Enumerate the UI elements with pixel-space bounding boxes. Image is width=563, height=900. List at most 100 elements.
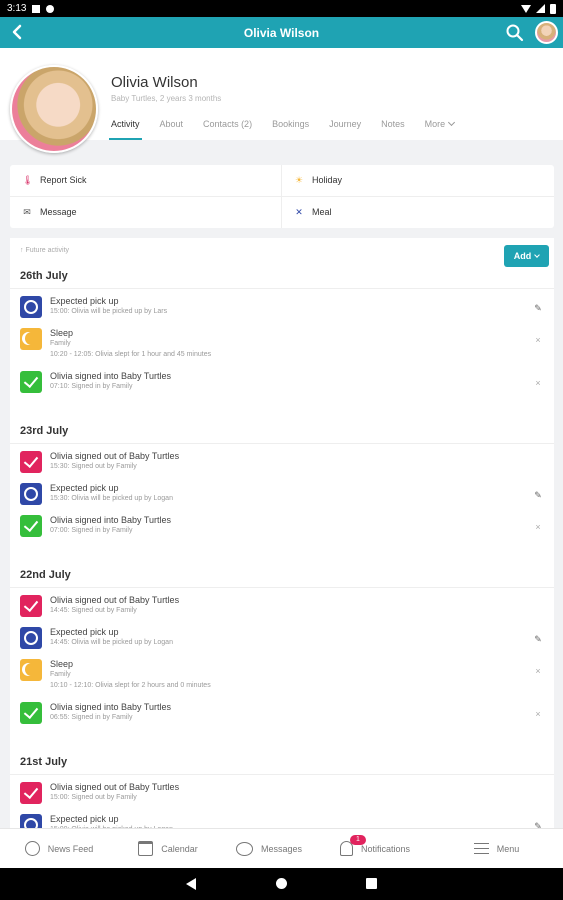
add-button[interactable]: Add (504, 245, 549, 267)
search-icon[interactable] (505, 23, 524, 42)
nav-calendar-label: Calendar (161, 843, 198, 854)
moon-icon (20, 328, 42, 350)
notifications-badge: 1 (350, 835, 366, 845)
system-back-icon[interactable] (186, 878, 196, 890)
entry-detail: Family (50, 671, 71, 678)
edit-icon[interactable]: ✎ (532, 820, 544, 828)
divider (10, 774, 554, 775)
tab-more[interactable]: More (424, 118, 456, 140)
pickup-icon (20, 814, 42, 828)
nav-notifications[interactable]: Notifications (320, 829, 430, 868)
edit-icon[interactable]: ✎ (532, 302, 544, 314)
profile-header: Olivia Wilson Baby Turtles, 2 years 3 mo… (0, 48, 563, 153)
sun-icon: ☀ (294, 174, 304, 185)
report-sick-label: Report Sick (40, 175, 87, 186)
entry-detail: 15:00: Olivia will be picked up by Lars (50, 308, 168, 315)
quick-actions: 🌡 Report Sick ☀ Holiday ✉ Message ✕ Meal (10, 165, 554, 228)
entry-title: Olivia signed into Baby Turtles (50, 515, 172, 525)
tab-notes[interactable]: Notes (381, 118, 405, 140)
entry-detail: 14:45: Signed out by Family (50, 607, 137, 614)
app-bar-title: Olivia Wilson (243, 25, 320, 40)
entry-detail: 15:30: Olivia will be picked up by Logan (50, 495, 173, 502)
report-sick-button[interactable]: 🌡 Report Sick (10, 165, 282, 197)
nav-menu[interactable]: Menu (430, 829, 563, 868)
entry-title: Expected pick up (50, 483, 119, 493)
day-heading: 22nd July (20, 569, 71, 581)
pickup-icon (20, 627, 42, 649)
tab-more-label: More (424, 119, 446, 129)
entry-title: Expected pick up (50, 296, 119, 306)
divider (10, 288, 554, 289)
status-bar: 3:13 (0, 0, 563, 17)
sign-in-check-icon (20, 371, 42, 393)
future-activity-link[interactable]: ↑ Future activity (20, 247, 69, 254)
tab-journey[interactable]: Journey (329, 118, 361, 140)
app-bar: Olivia Wilson (0, 17, 563, 48)
activity-entry[interactable]: Expected pick up 15:30: Olivia will be pi… (20, 483, 544, 506)
nav-messages[interactable]: Messages (218, 829, 320, 868)
entry-detail: 15:30: Signed out by Family (50, 463, 137, 470)
edit-icon[interactable]: ✎ (532, 633, 544, 645)
edit-icon[interactable]: ✎ (532, 489, 544, 501)
activity-entry[interactable]: Expected pick up 14:45: Olivia will be pi… (20, 627, 544, 650)
profile-tabs: Activity About Contacts (2) Bookings Jou… (109, 118, 474, 140)
activity-entry[interactable]: Olivia signed out of Baby Turtles 15:30: … (20, 451, 544, 474)
delete-icon[interactable]: × (532, 665, 544, 677)
add-button-label: Add (513, 251, 532, 261)
sign-in-check-icon (20, 702, 42, 724)
tab-contacts[interactable]: Contacts (2) (203, 118, 252, 140)
activity-entry[interactable]: Olivia signed into Baby Turtles 07:10: Si… (20, 371, 544, 394)
entry-detail: 15:00: Signed out by Family (50, 794, 137, 801)
message-button[interactable]: ✉ Message (10, 196, 282, 228)
entry-title: Olivia signed out of Baby Turtles (50, 595, 180, 605)
entry-title: Olivia signed into Baby Turtles (50, 702, 172, 712)
system-nav-bar (0, 868, 563, 900)
entry-title: Olivia signed out of Baby Turtles (50, 451, 180, 461)
nav-calendar[interactable]: Calendar (118, 829, 218, 868)
holiday-button[interactable]: ☀ Holiday (282, 165, 554, 197)
back-arrow-icon[interactable] (9, 23, 27, 41)
activity-entry[interactable]: Olivia signed into Baby Turtles 06:55: Si… (20, 702, 544, 725)
tab-bookings[interactable]: Bookings (272, 118, 309, 140)
activity-entry[interactable]: Olivia signed into Baby Turtles 07:00: Si… (20, 515, 544, 538)
messages-icon (235, 841, 253, 856)
entry-title: Olivia signed out of Baby Turtles (50, 782, 180, 792)
tab-activity[interactable]: Activity (109, 118, 142, 140)
sign-out-check-icon (20, 782, 42, 804)
activity-entry[interactable]: Olivia signed out of Baby Turtles 15:00: … (20, 782, 544, 805)
tab-about[interactable]: About (160, 118, 184, 140)
sync-icon (46, 4, 55, 13)
news-feed-icon (24, 841, 40, 856)
status-time: 3:13 (7, 3, 27, 14)
entry-detail: 10:20 - 12:05: Olivia slept for 1 hour a… (50, 351, 212, 358)
chevron-down-icon (448, 118, 456, 127)
activity-entry[interactable]: Olivia signed out of Baby Turtles 14:45: … (20, 595, 544, 618)
meal-label: Meal (312, 207, 332, 218)
pickup-icon (20, 296, 42, 318)
delete-icon[interactable]: × (532, 377, 544, 389)
delete-icon[interactable]: × (532, 521, 544, 533)
entry-title: Sleep (50, 328, 74, 338)
system-home-icon[interactable] (276, 878, 287, 889)
user-avatar[interactable] (535, 21, 558, 44)
wifi-icon (521, 4, 531, 13)
activity-entry[interactable]: Expected pick up 15:00: Olivia will be pi… (20, 296, 544, 319)
nav-messages-label: Messages (260, 843, 303, 854)
activity-entry[interactable]: Expected pick up15:00: Olivia will be pi… (20, 814, 544, 828)
battery-icon (550, 3, 556, 14)
sign-out-check-icon (20, 595, 42, 617)
nav-menu-label: Menu (496, 843, 520, 854)
activity-entry[interactable]: Sleep Family 10:20 - 12:05: Olivia slept f… (20, 328, 544, 362)
entry-detail: 06:55: Signed in by Family (50, 714, 133, 721)
nav-news-feed[interactable]: News Feed (0, 829, 118, 868)
system-recents-icon[interactable] (366, 878, 377, 889)
entry-title: Olivia signed into Baby Turtles (50, 371, 172, 381)
profile-name: Olivia Wilson (111, 74, 198, 91)
delete-icon[interactable]: × (532, 708, 544, 720)
calendar-icon (138, 841, 154, 856)
activity-entry[interactable]: Sleep Family 10:10 - 12:10: Olivia slept f… (20, 659, 544, 693)
delete-icon[interactable]: × (532, 334, 544, 346)
meal-button[interactable]: ✕ Meal (282, 197, 554, 229)
day-heading: 21st July (20, 756, 68, 768)
moon-icon (20, 659, 42, 681)
